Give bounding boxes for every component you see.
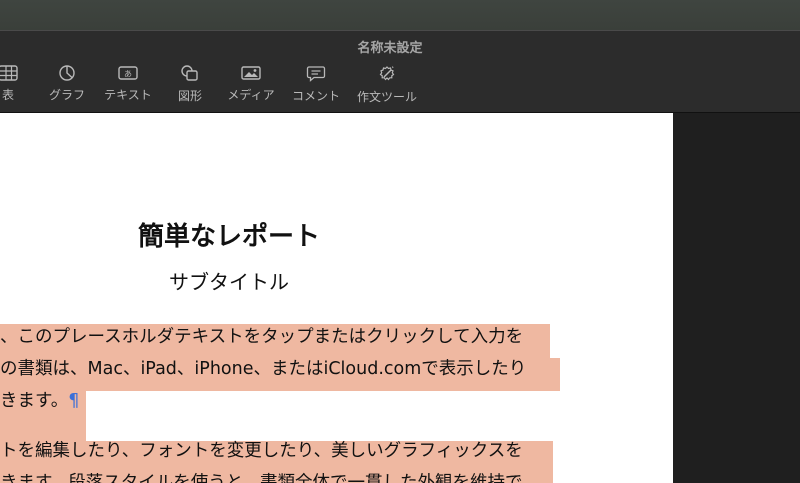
body-text-line[interactable]: トを編集したり、フォントを変更したり、美しいグラフィックスを (0, 436, 523, 466)
toolbar-writing-tools-button[interactable]: 作文ツール (355, 65, 419, 105)
media-icon (241, 66, 261, 80)
window-toolbar: 名称未設定 表 グラフ あ テキスト 図形 メディア コメント 作文ツール (0, 30, 800, 113)
comment-icon (306, 66, 326, 82)
window-title: 名称未設定 (357, 41, 423, 56)
toolbar-comment-button[interactable]: コメント (290, 65, 342, 104)
toolbar-text-label: テキスト (104, 88, 152, 102)
toolbar-media-label: メディア (227, 88, 275, 102)
toolbar-chart-label: グラフ (48, 88, 85, 102)
toolbar-shape-label: 図形 (177, 89, 202, 103)
body-text-line[interactable]: きます。¶ (0, 386, 79, 416)
body-text-line[interactable]: 、このプレースホルダテキストをタップまたはクリックして入力を (0, 322, 523, 352)
toolbar-chart-button[interactable]: グラフ (44, 65, 90, 103)
toolbar-table-label: 表 (1, 88, 14, 102)
toolbar-media-button[interactable]: メディア (224, 65, 278, 103)
table-icon (0, 65, 18, 81)
document-title[interactable]: 簡単なレポート (0, 216, 458, 253)
writing-tools-icon (379, 66, 395, 81)
toolbar-writing-tools-label: 作文ツール (356, 90, 417, 104)
body-text-line[interactable]: きます。段落スタイルを使うと、書類全体で一貫した外観を維持で (0, 468, 523, 483)
document-subtitle[interactable]: サブタイトル (0, 266, 458, 295)
toolbar-table-button[interactable]: 表 (0, 65, 30, 103)
paragraph-mark: ¶ (68, 391, 80, 411)
desktop-background (0, 0, 800, 30)
toolbar-comment-label: コメント (291, 89, 340, 103)
toolbar-shape-button[interactable]: 図形 (168, 65, 212, 104)
document-page[interactable]: 簡単なレポート サブタイトル 、このプレースホルダテキストをタップまたはクリック… (0, 113, 673, 483)
canvas-gutter (673, 113, 800, 483)
chart-icon (59, 65, 75, 81)
toolbar-text-button[interactable]: あ テキスト (101, 65, 155, 103)
body-text-line[interactable]: の書類は、Mac、iPad、iPhone、またはiCloud.comで表示したり (0, 354, 526, 384)
textbox-icon: あ (118, 66, 138, 80)
shape-icon (181, 65, 198, 81)
svg-text:あ: あ (124, 70, 132, 79)
body-text-fragment: きます。 (0, 391, 69, 411)
